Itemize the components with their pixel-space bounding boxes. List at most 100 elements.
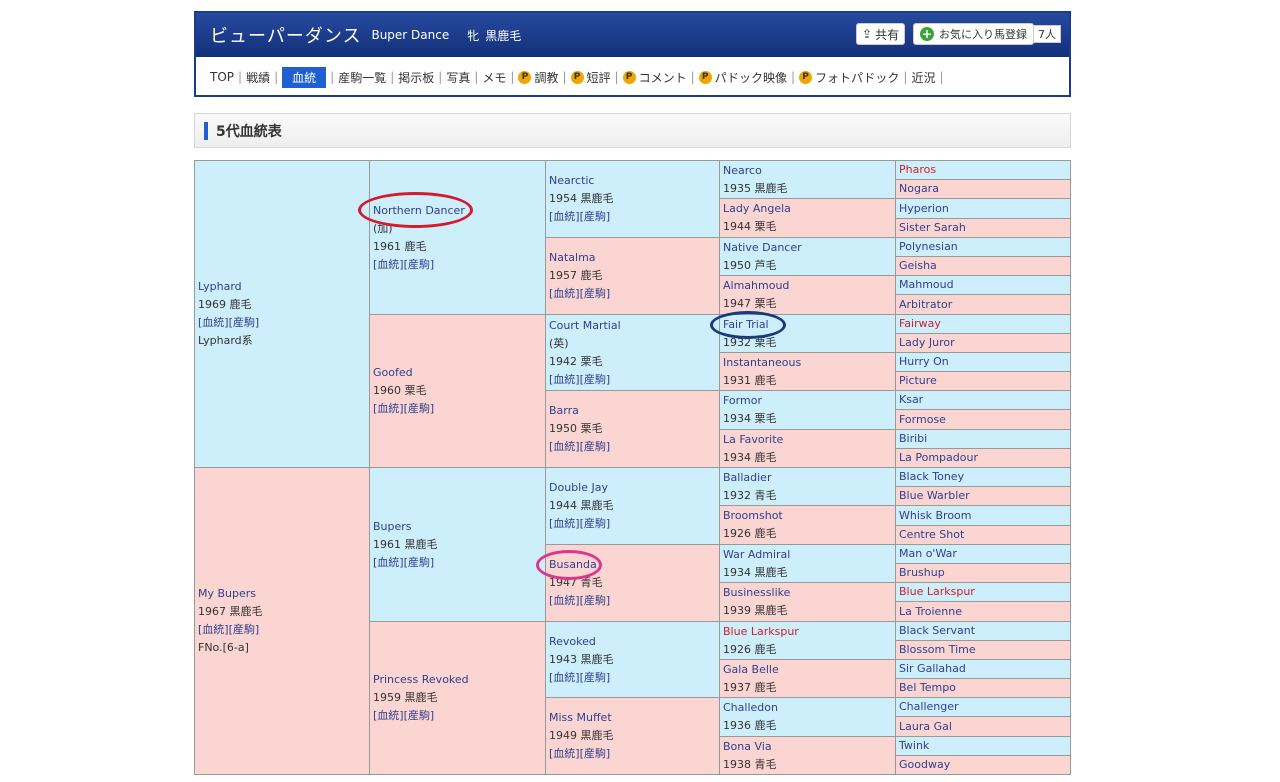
horse-info-line: 1936 鹿毛 [723, 719, 777, 732]
nav-item[interactable]: 近況 [911, 69, 935, 86]
pedigree-links[interactable]: [血統][産駒] [198, 314, 369, 332]
horse-name-link[interactable]: Laura Gal [899, 718, 1070, 736]
horse-name-link[interactable]: Blue Larkspur [899, 583, 1070, 601]
premium-p-icon: P [622, 70, 636, 84]
nav-item[interactable]: P コメント [622, 69, 687, 86]
horse-name-link[interactable]: Brushup [899, 564, 1070, 582]
horse-name-link[interactable]: Bona Via [723, 738, 895, 756]
horse-name-link[interactable]: Court Martial [549, 317, 719, 335]
pedigree-links[interactable]: [血統][産駒] [373, 554, 545, 572]
horse-name-link[interactable]: Double Jay [549, 479, 719, 497]
horse-name-link[interactable]: Hurry On [899, 353, 1070, 371]
horse-name-link[interactable]: Centre Shot [899, 526, 1070, 544]
nav-item[interactable]: 写真 [446, 69, 470, 86]
favorite-register-button[interactable]: + お気に入り馬登録 [913, 23, 1034, 45]
pedigree-links[interactable]: [血統][産駒] [549, 371, 719, 389]
horse-name-link[interactable]: Gala Belle [723, 661, 895, 679]
share-button[interactable]: ⇪ 共有 [856, 23, 906, 45]
horse-name-link[interactable]: Black Servant [899, 622, 1070, 640]
pedigree-cell: Sir Gallahad [895, 659, 1071, 679]
horse-name-link[interactable]: My Bupers [198, 585, 369, 603]
pedigree-links[interactable]: [血統][産駒] [549, 208, 719, 226]
horse-name-link[interactable]: Barra [549, 402, 719, 420]
favorite-label: お気に入り馬登録 [939, 28, 1027, 41]
nav-item[interactable]: TOP [210, 70, 234, 84]
pedigree-cell: Man o'War [895, 544, 1071, 564]
horse-info-line: 1954 黒鹿毛 [549, 192, 614, 205]
horse-name-link[interactable]: Fair Trial [723, 316, 895, 334]
horse-name-link[interactable]: Whisk Broom [899, 507, 1070, 525]
horse-name-link[interactable]: Formor [723, 392, 895, 410]
horse-name-link[interactable]: Blue Larkspur [723, 623, 895, 641]
horse-name-link[interactable]: Blue Warbler [899, 487, 1070, 505]
horse-name-link[interactable]: Sir Gallahad [899, 660, 1070, 678]
pedigree-links[interactable]: [血統][産駒] [549, 669, 719, 687]
horse-name-link[interactable]: Bupers [373, 518, 545, 536]
horse-name-link[interactable]: Native Dancer [723, 239, 895, 257]
horse-name-link[interactable]: Almahmoud [723, 277, 895, 295]
pedigree-links[interactable]: [血統][産駒] [549, 438, 719, 456]
horse-name-link[interactable]: Revoked [549, 633, 719, 651]
nav-item[interactable]: P 調教 [518, 69, 558, 86]
horse-name-link[interactable]: Formose [899, 411, 1070, 429]
horse-name-link[interactable]: Arbitrator [899, 296, 1070, 314]
horse-name-link[interactable]: Bel Tempo [899, 679, 1070, 697]
horse-name-link[interactable]: Lady Juror [899, 334, 1070, 352]
horse-name-link[interactable]: Goofed [373, 364, 545, 382]
horse-name-link[interactable]: Nogara [899, 180, 1070, 198]
section-header: 5代血統表 [194, 113, 1071, 148]
horse-name-link[interactable]: Challedon [723, 699, 895, 717]
horse-name-link[interactable]: Challenger [899, 698, 1070, 716]
pedigree-links[interactable]: [血統][産駒] [549, 285, 719, 303]
horse-name-link[interactable]: Lyphard [198, 278, 369, 296]
nav-item[interactable]: 産駒一覧 [338, 69, 386, 86]
pedigree-cell: Challedon 1936 鹿毛 [719, 697, 896, 737]
horse-name-link[interactable]: Princess Revoked [373, 671, 545, 689]
horse-name-link[interactable]: Polynesian [899, 238, 1070, 256]
horse-name-link[interactable]: Man o'War [899, 545, 1070, 563]
horse-name-link[interactable]: Black Toney [899, 468, 1070, 486]
horse-name-link[interactable]: Broomshot [723, 507, 895, 525]
pedigree-links[interactable]: [血統][産駒] [198, 621, 369, 639]
horse-name-link[interactable]: Twink [899, 737, 1070, 755]
horse-name-link[interactable]: Picture [899, 372, 1070, 390]
horse-name-link[interactable]: Geisha [899, 257, 1070, 275]
horse-name-link[interactable]: Balladier [723, 469, 895, 487]
pedigree-links[interactable]: [血統][産駒] [549, 515, 719, 533]
horse-name-link[interactable]: Pharos [899, 161, 1070, 179]
nav-item[interactable]: P フォトパドック [799, 69, 899, 86]
horse-name-link[interactable]: Ksar [899, 391, 1070, 409]
nav-item[interactable]: P 短評 [570, 69, 611, 86]
pedigree-links[interactable]: [血統][産駒] [373, 256, 545, 274]
nav-item[interactable]: メモ [482, 69, 506, 86]
horse-name-link[interactable]: Busanda [549, 556, 719, 574]
pedigree-links[interactable]: [血統][産駒] [373, 400, 545, 418]
pedigree-links[interactable]: [血統][産駒] [549, 592, 719, 610]
horse-name-link[interactable]: Miss Muffet [549, 709, 719, 727]
horse-name-link[interactable]: Instantaneous [723, 354, 895, 372]
horse-name-link[interactable]: Goodway [899, 756, 1070, 774]
horse-name-link[interactable]: Fairway [899, 315, 1070, 333]
horse-name-link[interactable]: Sister Sarah [899, 219, 1070, 237]
nav-item[interactable]: 掲示板 [398, 69, 434, 86]
nav-item[interactable]: 血統 [282, 66, 327, 88]
horse-name-link[interactable]: Blossom Time [899, 641, 1070, 659]
horse-name-link[interactable]: La Favorite [723, 431, 895, 449]
horse-name-link[interactable]: Northern Dancer [373, 202, 545, 220]
horse-name-link[interactable]: Nearco [723, 162, 895, 180]
horse-name-link[interactable]: Biribi [899, 430, 1070, 448]
pedigree-links[interactable]: [血統][産駒] [373, 707, 545, 725]
horse-name-link[interactable]: Businesslike [723, 584, 895, 602]
horse-name-link[interactable]: Natalma [549, 249, 719, 267]
horse-name-link[interactable]: Lady Angela [723, 200, 895, 218]
nav-item[interactable]: P パドック映像 [698, 69, 787, 86]
horse-name-link[interactable]: Hyperion [899, 200, 1070, 218]
nav-item[interactable]: 戦績 [246, 69, 270, 86]
horse-name-link[interactable]: La Troienne [899, 603, 1070, 621]
horse-info-line: 1931 鹿毛 [723, 374, 777, 387]
horse-name-link[interactable]: Nearctic [549, 172, 719, 190]
horse-name-link[interactable]: Mahmoud [899, 276, 1070, 294]
horse-name-link[interactable]: War Admiral [723, 546, 895, 564]
pedigree-links[interactable]: [血統][産駒] [549, 745, 719, 763]
horse-name-link[interactable]: La Pompadour [899, 449, 1070, 467]
